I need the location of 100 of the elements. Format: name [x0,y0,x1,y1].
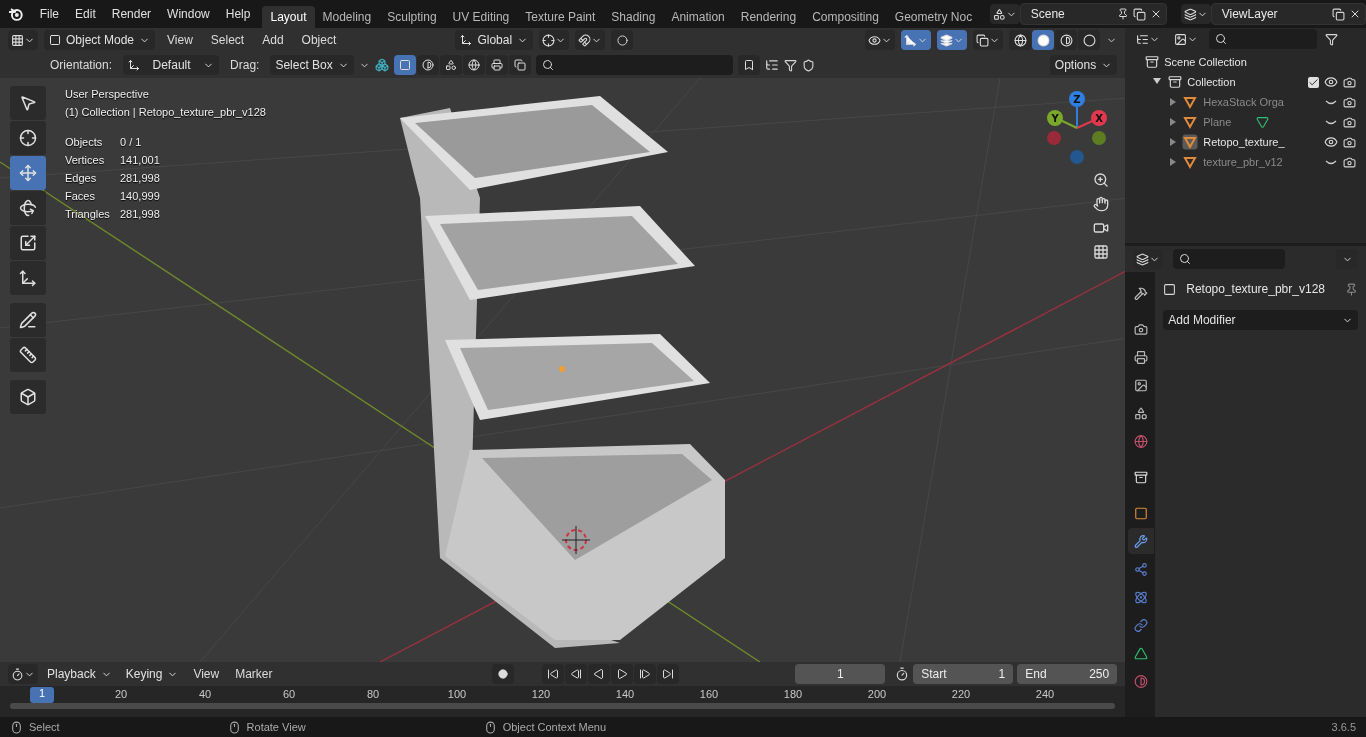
outliner-item[interactable]: HexaStack Orga [1203,96,1300,108]
play-button[interactable] [610,664,633,684]
axis-label[interactable]: Y [1051,113,1059,124]
cursor-tool[interactable] [10,121,46,155]
menu-item[interactable]: View [161,33,199,47]
editor-type-button[interactable] [8,664,38,684]
camera-icon[interactable] [1343,135,1356,149]
outliner-item[interactable]: texture_pbr_v12 [1203,156,1300,168]
hand-icon[interactable] [1093,196,1109,212]
view-layer-browse-button[interactable] [1181,4,1211,24]
modifiers-tab[interactable] [1128,528,1155,554]
workspace-tab[interactable]: UV Editing [444,6,518,28]
bookmark-button[interactable] [737,55,760,75]
solid-sphere-button[interactable] [1032,30,1055,50]
hierarchy-icon[interactable] [764,58,779,72]
play-reverse-button[interactable] [587,664,610,684]
view-layer-field[interactable]: ViewLayer [1210,3,1366,25]
jump-start-button[interactable] [541,664,564,684]
workspace-tab[interactable]: Modeling [314,6,380,28]
expand-arrow[interactable] [1169,118,1178,126]
workspace-tab[interactable]: Compositing [804,6,887,28]
select-mode-button[interactable] [508,55,531,75]
record-button[interactable] [491,664,514,684]
pin-icon[interactable] [1117,8,1130,20]
filter-icon[interactable] [1325,32,1339,46]
jump-end-button[interactable] [656,664,679,684]
current-frame-marker[interactable]: 1 [30,687,54,703]
orientation-dropdown[interactable]: Default [123,55,220,75]
menu-item[interactable]: File [31,7,68,21]
select-tool[interactable] [10,86,46,120]
axis-label[interactable]: Z [1073,94,1081,105]
scale-tool[interactable] [10,226,46,260]
next-keyframe-button[interactable] [633,664,656,684]
rotate-tool[interactable] [10,191,46,225]
wireframe-sphere-button[interactable] [1009,30,1032,50]
copy-icon[interactable] [1133,7,1147,21]
workspace-tab[interactable]: Shading [603,6,664,28]
menu-item[interactable]: Window [159,7,218,21]
filter-icon[interactable] [783,58,797,72]
select-mode-button[interactable] [393,55,416,75]
pivot-button[interactable] [539,30,570,50]
editor-type-button[interactable] [8,30,38,50]
copy-icon[interactable] [1332,7,1345,21]
drag-dropdown[interactable]: Select Box [270,55,354,75]
logo-icon[interactable] [8,6,24,22]
shield-icon[interactable] [801,58,815,72]
current-frame-field[interactable]: 1 [795,664,886,684]
xray-toggle[interactable] [973,30,1004,50]
axis-label[interactable]: X [1095,113,1103,124]
select-mode-button[interactable] [439,55,462,75]
color-cube-icon[interactable] [374,58,389,72]
scene-browse-button[interactable] [990,4,1020,24]
menu-item[interactable]: Add [256,33,290,47]
checkbox[interactable] [1308,76,1319,88]
workspace-tab[interactable]: Sculpting [379,6,445,28]
end-frame-field[interactable]: End 250 [1017,664,1118,684]
eye-icon[interactable] [1324,135,1338,149]
expand-arrow[interactable] [1169,98,1178,106]
outliner-item[interactable]: Plane [1203,116,1232,128]
select-mode-button[interactable] [416,55,439,75]
eye-toggle[interactable] [865,30,896,50]
menu-item[interactable]: Render [103,7,160,21]
search-field[interactable] [1209,29,1318,49]
search-field[interactable] [1173,249,1286,269]
outliner-item[interactable]: Retopo_texture_ [1203,136,1300,148]
gizmo-toggle[interactable] [901,30,932,50]
camera-icon[interactable] [1343,155,1356,169]
menu-item[interactable]: View [187,667,226,681]
annotate-tool[interactable] [10,303,46,337]
select-mode-button[interactable] [462,55,485,75]
prev-keyframe-button[interactable] [564,664,587,684]
overlay-layers-toggle[interactable] [937,30,968,50]
workspace-tab[interactable]: Rendering [732,6,805,28]
grid-icon[interactable] [1093,244,1109,260]
options-dropdown[interactable]: Options [1049,55,1118,75]
transform-tool[interactable] [10,261,46,295]
menu-item[interactable]: Object [295,33,343,47]
camera-icon[interactable] [1093,220,1109,236]
menu-item[interactable]: Edit [67,7,104,21]
camera-icon[interactable] [1343,95,1356,109]
scrollbar[interactable] [10,703,1116,709]
scene-field[interactable]: Scene [1019,3,1168,25]
menu-item[interactable]: Marker [229,667,279,681]
close-icon[interactable] [1349,8,1361,20]
select-mode-button[interactable] [485,55,508,75]
orientation-dropdown[interactable]: Global [455,30,534,50]
menu-item[interactable]: Select [204,33,251,47]
outliner-item[interactable]: Scene Collection [1164,56,1247,68]
add-cube-tool[interactable] [10,380,46,414]
start-frame-field[interactable]: Start 1 [913,664,1014,684]
timer-icon[interactable] [895,667,910,681]
proportional-button[interactable] [611,30,634,50]
outliner-item[interactable]: Collection [1187,76,1284,88]
material-sphere-button[interactable] [1055,30,1078,50]
rendered-sphere-button[interactable] [1078,30,1101,50]
menu-item[interactable]: Help [217,7,259,21]
camera-icon[interactable] [1343,75,1356,89]
measure-tool[interactable] [10,338,46,372]
expand-arrow[interactable] [1169,138,1178,146]
snap-button[interactable] [575,30,606,50]
